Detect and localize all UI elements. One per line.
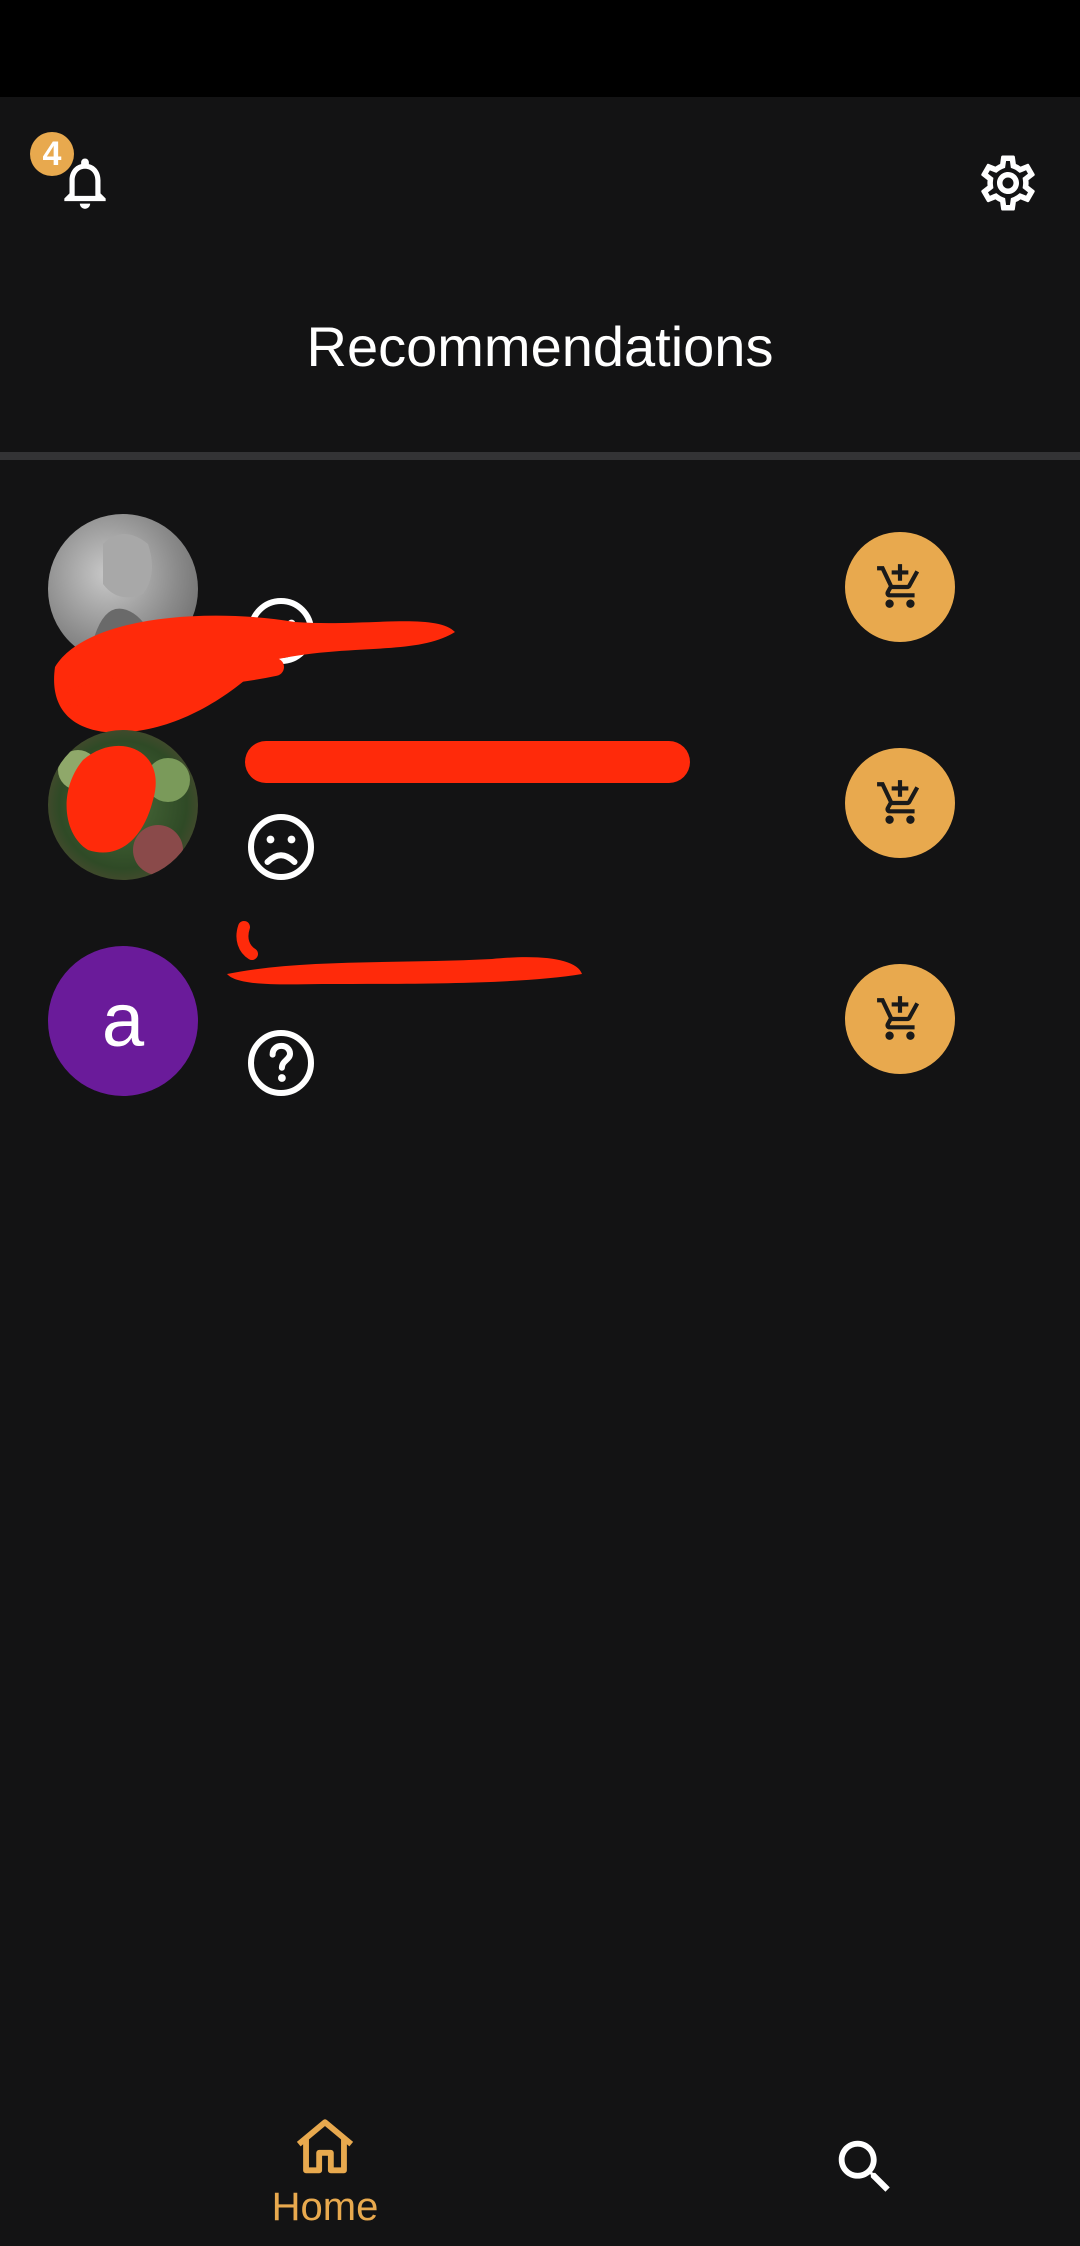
list-item[interactable] bbox=[0, 713, 1080, 913]
frown-icon bbox=[248, 814, 314, 880]
redaction-scribble bbox=[245, 741, 690, 783]
nav-home-tab[interactable]: Home bbox=[230, 2102, 420, 2242]
nav-home-label: Home bbox=[271, 2185, 379, 2229]
bottom-navigation: Home bbox=[0, 2102, 1080, 2246]
avatar-letter: a bbox=[101, 978, 145, 1063]
add-to-cart-icon bbox=[877, 780, 920, 824]
add-to-cart-icon bbox=[877, 996, 920, 1040]
avatar bbox=[48, 730, 198, 880]
add-to-cart-button[interactable] bbox=[845, 964, 955, 1074]
home-icon bbox=[296, 2119, 354, 2174]
settings-button[interactable] bbox=[965, 142, 1055, 232]
redaction-scribble bbox=[227, 921, 582, 985]
avatar-photo bbox=[58, 745, 190, 875]
question-icon bbox=[248, 1030, 314, 1096]
add-to-cart-button[interactable] bbox=[845, 532, 955, 642]
page-title: Recommendations bbox=[306, 315, 774, 378]
avatar: a bbox=[48, 946, 198, 1096]
header-divider bbox=[0, 452, 1080, 460]
add-to-cart-icon bbox=[877, 564, 920, 608]
list-item[interactable] bbox=[0, 497, 1080, 733]
app-screen: 4 Recommendations a Home bbox=[0, 97, 1080, 2246]
list-item[interactable]: a bbox=[0, 921, 1080, 1129]
notifications-button[interactable]: 4 bbox=[30, 132, 130, 232]
nav-search-tab[interactable] bbox=[820, 2122, 910, 2212]
top-bar: 4 bbox=[0, 97, 1080, 237]
add-to-cart-button[interactable] bbox=[845, 748, 955, 858]
search-icon bbox=[838, 2140, 890, 2192]
notification-count-badge: 4 bbox=[30, 132, 74, 176]
gear-icon bbox=[981, 155, 1035, 211]
item-name bbox=[245, 527, 745, 577]
status-bar bbox=[0, 0, 1080, 97]
